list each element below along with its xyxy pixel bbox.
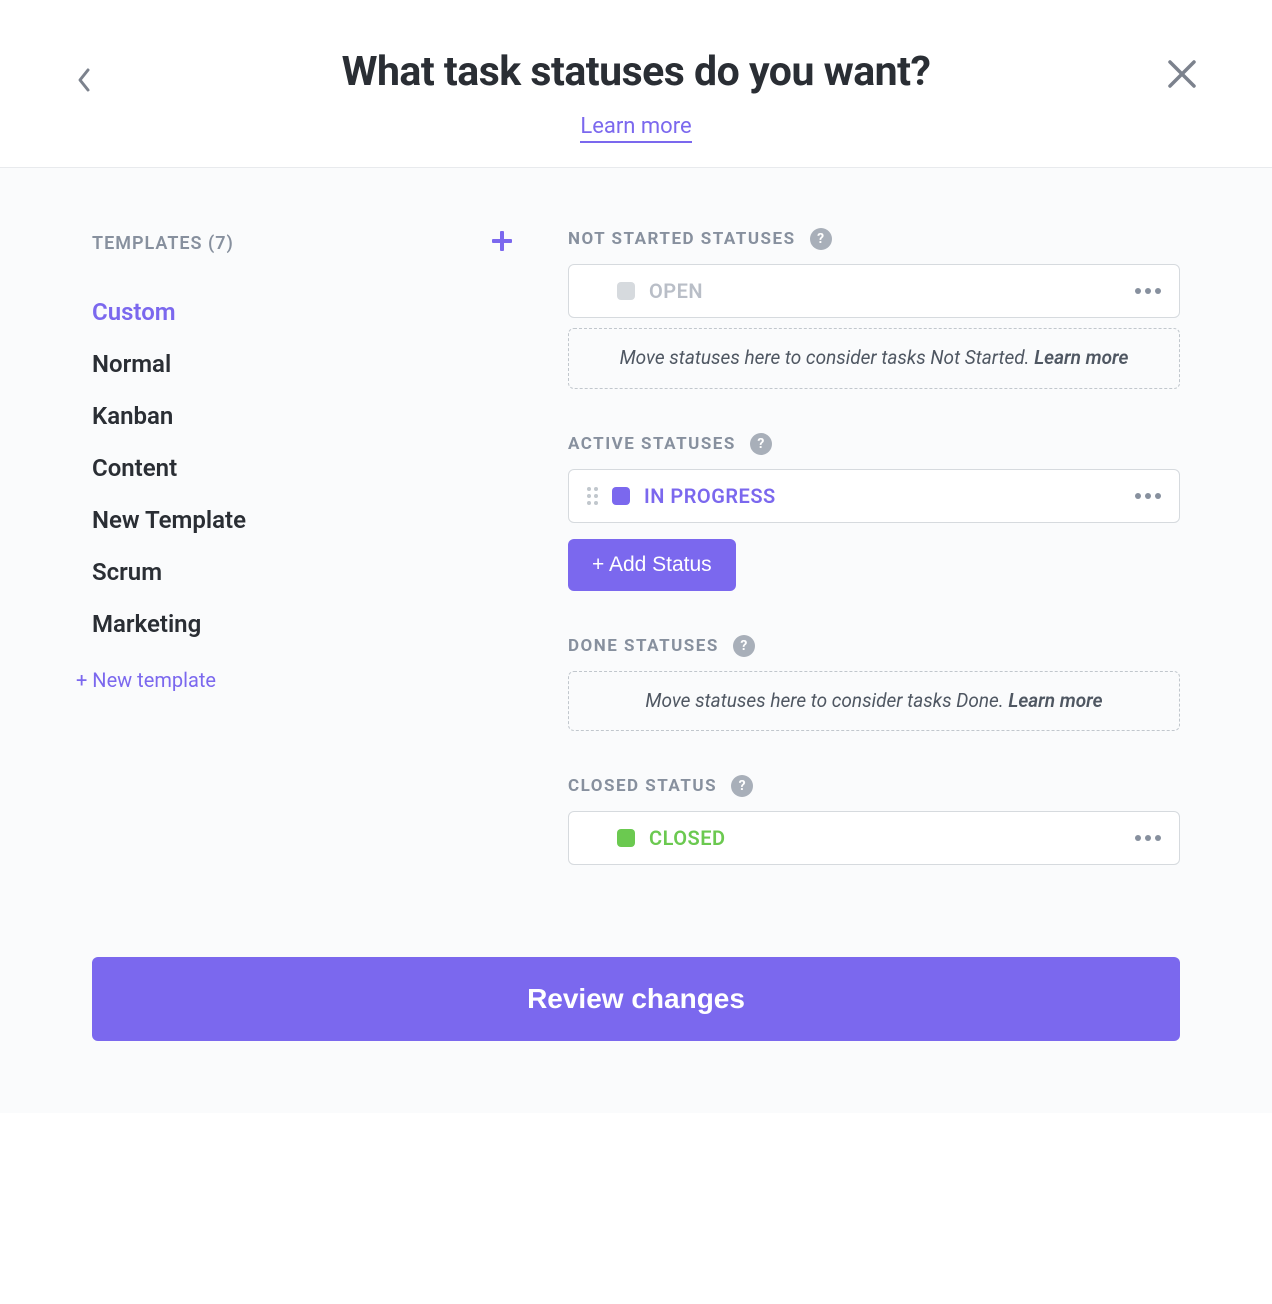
status-color-swatch[interactable] bbox=[617, 282, 635, 300]
close-icon bbox=[1164, 56, 1200, 92]
done-drop-zone[interactable]: Move statuses here to consider tasks Don… bbox=[568, 671, 1180, 732]
section-closed: CLOSED STATUS ? CLOSED bbox=[568, 775, 1180, 865]
status-card[interactable]: CLOSED bbox=[568, 811, 1180, 865]
statuses-main: NOT STARTED STATUSES ? OPEN Move statuse… bbox=[568, 228, 1180, 909]
section-label: CLOSED STATUS bbox=[568, 776, 717, 796]
help-icon[interactable]: ? bbox=[750, 433, 772, 455]
templates-label: TEMPLATES (7) bbox=[92, 233, 234, 254]
not-started-drop-zone[interactable]: Move statuses here to consider tasks Not… bbox=[568, 328, 1180, 389]
template-item[interactable]: Content bbox=[92, 442, 512, 494]
templates-header: TEMPLATES (7) bbox=[92, 228, 512, 258]
more-options-icon[interactable] bbox=[1135, 493, 1161, 499]
status-name: CLOSED bbox=[649, 826, 1121, 850]
more-options-icon[interactable] bbox=[1135, 835, 1161, 841]
section-header: CLOSED STATUS ? bbox=[568, 775, 1180, 797]
help-icon[interactable]: ? bbox=[733, 635, 755, 657]
template-item[interactable]: Normal bbox=[92, 338, 512, 390]
template-item[interactable]: New Template bbox=[92, 494, 512, 546]
template-item[interactable]: Marketing bbox=[92, 598, 512, 650]
status-name: IN PROGRESS bbox=[644, 484, 1121, 508]
templates-sidebar: TEMPLATES (7) CustomNormalKanbanContentN… bbox=[92, 228, 512, 909]
template-item[interactable]: Custom bbox=[92, 286, 512, 338]
section-active: ACTIVE STATUSES ? IN PROGRESS + Add Stat… bbox=[568, 433, 1180, 591]
help-icon[interactable]: ? bbox=[810, 228, 832, 250]
close-button[interactable] bbox=[1164, 56, 1200, 96]
drag-handle-icon[interactable] bbox=[587, 487, 598, 505]
section-label: DONE STATUSES bbox=[568, 636, 719, 656]
back-button[interactable] bbox=[76, 66, 92, 98]
drop-learn-more[interactable]: Learn more bbox=[1034, 346, 1128, 369]
status-color-swatch[interactable] bbox=[617, 829, 635, 847]
review-changes-button[interactable]: Review changes bbox=[92, 957, 1180, 1041]
chevron-left-icon bbox=[76, 66, 92, 94]
drop-hint-text: Move statuses here to consider tasks Don… bbox=[645, 689, 1003, 712]
status-card[interactable]: OPEN bbox=[568, 264, 1180, 318]
modal-content: TEMPLATES (7) CustomNormalKanbanContentN… bbox=[0, 168, 1272, 957]
template-list: CustomNormalKanbanContentNew TemplateScr… bbox=[92, 286, 512, 650]
drop-hint-text: Move statuses here to consider tasks Not… bbox=[620, 346, 1030, 369]
status-name: OPEN bbox=[649, 279, 1121, 303]
more-options-icon[interactable] bbox=[1135, 288, 1161, 294]
status-color-swatch[interactable] bbox=[612, 487, 630, 505]
template-item[interactable]: Kanban bbox=[92, 390, 512, 442]
section-header: NOT STARTED STATUSES ? bbox=[568, 228, 1180, 250]
new-template-link[interactable]: + New template bbox=[76, 668, 512, 692]
section-label: NOT STARTED STATUSES bbox=[568, 229, 796, 249]
help-icon[interactable]: ? bbox=[731, 775, 753, 797]
section-header: DONE STATUSES ? bbox=[568, 635, 1180, 657]
status-card[interactable]: IN PROGRESS bbox=[568, 469, 1180, 523]
section-not-started: NOT STARTED STATUSES ? OPEN Move statuse… bbox=[568, 228, 1180, 389]
drop-learn-more[interactable]: Learn more bbox=[1008, 689, 1102, 712]
section-header: ACTIVE STATUSES ? bbox=[568, 433, 1180, 455]
modal-header: What task statuses do you want? Learn mo… bbox=[0, 0, 1272, 168]
section-done: DONE STATUSES ? Move statuses here to co… bbox=[568, 635, 1180, 732]
learn-more-link[interactable]: Learn more bbox=[580, 114, 691, 143]
plus-icon bbox=[492, 231, 512, 251]
add-template-button[interactable] bbox=[492, 228, 512, 258]
add-status-button[interactable]: + Add Status bbox=[568, 539, 736, 591]
template-item[interactable]: Scrum bbox=[92, 546, 512, 598]
modal-title: What task statuses do you want? bbox=[80, 48, 1192, 96]
section-label: ACTIVE STATUSES bbox=[568, 434, 736, 454]
modal-footer: Review changes bbox=[0, 957, 1272, 1113]
